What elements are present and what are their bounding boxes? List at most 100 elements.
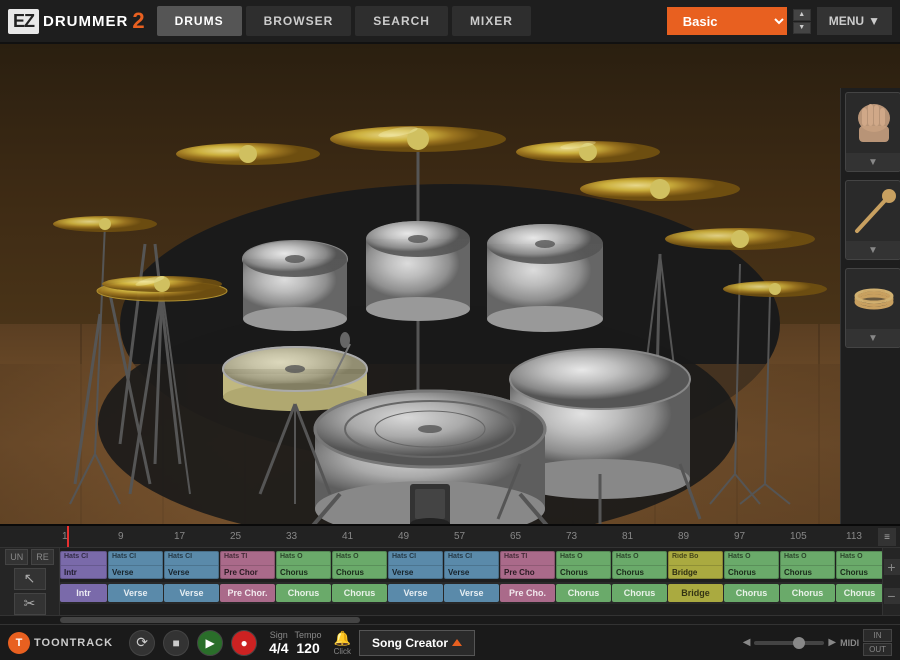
label-bridge[interactable]: Bridge <box>668 584 723 602</box>
label-chorus-1[interactable]: Chorus <box>276 584 331 602</box>
tab-browser[interactable]: BROWSER <box>246 6 352 36</box>
in-out-buttons: IN OUT <box>863 629 892 656</box>
clip-c2-top: Hats O <box>336 553 383 560</box>
redo-button[interactable]: RE <box>31 549 54 565</box>
preset-select[interactable]: Basic <box>667 7 787 35</box>
label-intro[interactable]: Intr <box>60 584 107 602</box>
tab-drums[interactable]: DRUMS <box>157 6 242 36</box>
track-content: Hats Cl Intr Hats Cl Verse Hats Cl Verse… <box>60 548 882 615</box>
ruler-settings-btn[interactable]: ≡ <box>878 528 896 546</box>
tempo-value: 120 <box>296 640 319 656</box>
clip-intro-top: Hats Cl <box>64 553 103 560</box>
clip-verse-2[interactable]: Hats Cl Verse <box>164 551 219 579</box>
side-panel-2[interactable]: ▼ <box>845 180 900 260</box>
clip-c3-top: Hats O <box>560 553 607 560</box>
track-scrollbar[interactable] <box>0 616 900 624</box>
scissors-tool-button[interactable]: ✂ <box>14 593 46 615</box>
label-verse-4[interactable]: Verse <box>444 584 499 602</box>
track-zoom: + − <box>882 548 900 615</box>
preset-down-arrow[interactable]: ▼ <box>793 22 811 34</box>
song-creator-button[interactable]: Song Creator <box>359 630 475 656</box>
zoom-out-button[interactable]: − <box>884 588 900 604</box>
clip-pc1-bottom: Pre Chor <box>224 568 271 577</box>
sign-value: 4/4 <box>269 640 288 656</box>
clip-chorus-3[interactable]: Hats O Chorus <box>556 551 611 579</box>
midi-in-button[interactable]: IN <box>863 629 892 642</box>
undo-button[interactable]: UN <box>5 549 28 565</box>
vol-right-arrow-icon[interactable]: ▶ <box>828 637 836 648</box>
click-section[interactable]: 🔔 Click <box>334 630 351 656</box>
playhead <box>67 526 69 547</box>
volume-thumb[interactable] <box>793 637 805 649</box>
song-creator-label: Song Creator <box>372 636 448 650</box>
label-chorus-4[interactable]: Chorus <box>612 584 667 602</box>
click-label: Click <box>334 647 351 656</box>
clip-v2-top: Hats Cl <box>168 553 215 560</box>
menu-label: MENU <box>829 14 864 28</box>
label-chorus-2[interactable]: Chorus <box>332 584 387 602</box>
label-verse-2[interactable]: Verse <box>164 584 219 602</box>
clip-chorus-6[interactable]: Hats O Chorus <box>780 551 835 579</box>
clip-chorus-7[interactable]: Hats O Chorus <box>836 551 882 579</box>
ruler-49: 49 <box>396 531 452 542</box>
side-panel-1-chevron: ▼ <box>868 157 878 168</box>
clip-chorus-2[interactable]: Hats O Chorus <box>332 551 387 579</box>
clip-c4-top: Hats O <box>616 553 663 560</box>
loop-button[interactable]: ⟳ <box>129 630 155 656</box>
tab-mixer[interactable]: MIXER <box>452 6 531 36</box>
side-panel-3[interactable]: ▼ <box>845 268 900 348</box>
stop-button[interactable]: ■ <box>163 630 189 656</box>
clip-bridge[interactable]: Ride Bo Bridge <box>668 551 723 579</box>
sign-label: Sign <box>270 630 288 640</box>
scrollbar-thumb[interactable] <box>60 617 360 623</box>
clip-verse-3[interactable]: Hats Cl Verse <box>388 551 443 579</box>
tempo-section: Tempo 120 <box>295 630 322 656</box>
clip-v3-bottom: Verse <box>392 568 439 577</box>
tempo-label: Tempo <box>295 630 322 640</box>
drum-kit-svg[interactable] <box>0 44 840 524</box>
preset-up-arrow[interactable]: ▲ <box>793 9 811 21</box>
logo-version: 2 <box>132 8 144 34</box>
pointer-tool-button[interactable]: ↖ <box>14 568 46 590</box>
vol-left-arrow-icon[interactable]: ◀ <box>743 637 751 648</box>
timeline-ruler: 1 9 17 25 33 41 49 57 65 73 81 89 97 105… <box>0 526 900 548</box>
label-prechorus-1[interactable]: Pre Chor. <box>220 584 275 602</box>
preset-arrows: ▲ ▼ <box>793 9 811 34</box>
label-verse-1[interactable]: Verse <box>108 584 163 602</box>
clip-pre-chorus-1[interactable]: Hats Tl Pre Chor <box>220 551 275 579</box>
label-chorus-3[interactable]: Chorus <box>556 584 611 602</box>
clip-chorus-5[interactable]: Hats O Chorus <box>724 551 779 579</box>
label-verse-3[interactable]: Verse <box>388 584 443 602</box>
ruler-81: 81 <box>620 531 676 542</box>
label-chorus-6[interactable]: Chorus <box>780 584 835 602</box>
clip-verse-1[interactable]: Hats Cl Verse <box>108 551 163 579</box>
clip-br-bottom: Bridge <box>672 568 719 577</box>
side-panel-1[interactable]: ▼ <box>845 92 900 172</box>
zoom-in-button[interactable]: + <box>884 559 900 575</box>
ruler-97: 97 <box>732 531 788 542</box>
clip-v1-top: Hats Cl <box>112 553 159 560</box>
clip-chorus-1[interactable]: Hats O Chorus <box>276 551 331 579</box>
play-button[interactable]: ▶ <box>197 630 223 656</box>
tab-search[interactable]: SEARCH <box>355 6 448 36</box>
clip-verse-4[interactable]: Hats Cl Verse <box>444 551 499 579</box>
label-chorus-5[interactable]: Chorus <box>724 584 779 602</box>
label-chorus-7[interactable]: Chorus <box>836 584 882 602</box>
volume-slider[interactable] <box>754 641 824 645</box>
clip-c6-top: Hats O <box>784 553 831 560</box>
record-button[interactable]: ● <box>231 630 257 656</box>
preset-area: Basic ▲ ▼ MENU ▼ <box>667 7 892 35</box>
clip-intro-bottom: Intr <box>64 568 103 577</box>
labels-row: Intr Verse Verse Pre Chor. Chorus Chorus… <box>60 582 882 604</box>
menu-button[interactable]: MENU ▼ <box>817 7 892 35</box>
label-prechorus-2[interactable]: Pre Cho. <box>500 584 555 602</box>
clips-row: Hats Cl Intr Hats Cl Verse Hats Cl Verse… <box>60 548 882 582</box>
ruler-89: 89 <box>676 531 732 542</box>
clip-chorus-4[interactable]: Hats O Chorus <box>612 551 667 579</box>
clip-pre-chorus-2[interactable]: Hats Tl Pre Cho <box>500 551 555 579</box>
clip-br-top: Ride Bo <box>672 553 719 560</box>
clip-c1-top: Hats O <box>280 553 327 560</box>
clip-intro[interactable]: Hats Cl Intr <box>60 551 107 579</box>
track-area: UN RE ↖ ✂ Hats Cl Intr Hats Cl Verse Hat… <box>0 548 900 616</box>
midi-out-button[interactable]: OUT <box>863 643 892 656</box>
